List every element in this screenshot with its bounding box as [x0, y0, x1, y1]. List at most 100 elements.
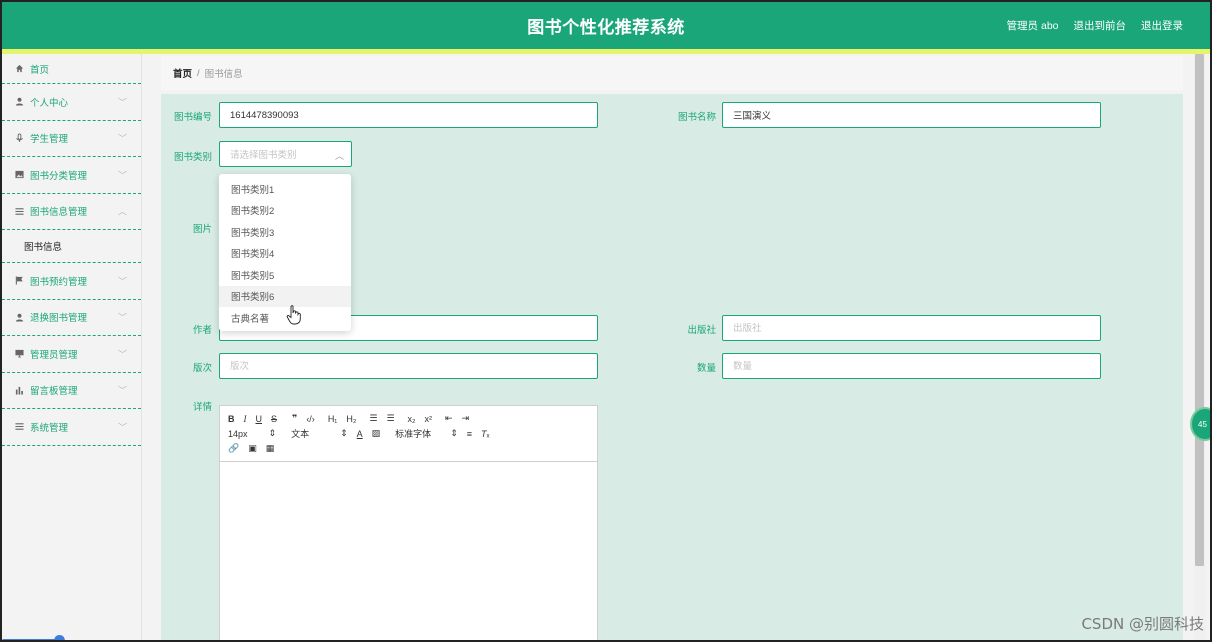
breadcrumb-current: 图书信息 [204, 69, 243, 80]
dropdown-option-hovered[interactable]: 图书类别6 [219, 285, 351, 307]
publisher-field[interactable] [722, 315, 1101, 341]
header-accent-bar [2, 49, 1210, 54]
sidebar-item-profile[interactable]: 个人中心 ﹀ [2, 84, 141, 121]
sidebar-item-label: 学生管理 [30, 134, 69, 146]
clear-format-icon[interactable]: Tₓ [481, 429, 489, 439]
quantity-field[interactable] [722, 353, 1101, 379]
indent-decrease-icon[interactable]: ⇤ [445, 413, 453, 424]
ordered-list-icon[interactable]: ☰ [369, 413, 377, 424]
sidebar-item-label: 留言板管理 [30, 386, 78, 398]
sidebar-item-label: 图书信息管理 [30, 207, 88, 219]
list-icon [14, 422, 24, 432]
font-size-select[interactable]: 14px [228, 429, 248, 439]
sidebar-item-messages[interactable]: 留言板管理 ﹀ [2, 373, 141, 409]
chevron-down-icon: ﹀ [117, 349, 127, 360]
strike-button[interactable]: S [271, 414, 277, 424]
edition-field[interactable] [219, 353, 598, 379]
category-select[interactable]: 请选择图书类别 ︿ [219, 141, 352, 167]
page-scroll-thumb[interactable] [1195, 54, 1204, 566]
sidebar-item-book-info[interactable]: 图书信息管理 ︿ [2, 194, 141, 230]
mic-icon [14, 133, 24, 143]
blockquote-icon[interactable]: ❞ [292, 413, 297, 424]
logout-link[interactable]: 退出登录 [1141, 18, 1183, 33]
font-family-caret-icon[interactable]: ⇕ [450, 428, 458, 439]
watermark: CSDN @别圆科技 [1081, 615, 1204, 633]
sidebar-item-students[interactable]: 学生管理 ﹀ [2, 121, 141, 157]
edition-label: 版次 [192, 363, 212, 374]
page-scrollbar[interactable] [1194, 54, 1206, 640]
book-no-input[interactable] [230, 109, 597, 121]
chevron-down-icon: ﹀ [117, 422, 127, 433]
sidebar-item-label: 退换图书管理 [30, 313, 88, 325]
chevron-up-icon: ︿ [334, 151, 344, 161]
user-alt-icon [14, 312, 24, 322]
chevron-down-icon: ﹀ [117, 385, 127, 396]
chevron-down-icon: ﹀ [117, 170, 127, 181]
edition-input[interactable] [230, 360, 597, 372]
indent-increase-icon[interactable]: ⇥ [462, 413, 470, 424]
bullet-list-icon[interactable]: ☰ [386, 413, 394, 424]
sidebar-item-label: 首页 [30, 64, 50, 76]
sidebar: 首页 个人中心 ﹀ 学生管理 ﹀ 图书分类管理 ﹀ 图书信息管理 ︿ 图书信息 … [2, 54, 142, 640]
font-color-icon[interactable]: A [357, 429, 363, 439]
flag-icon [14, 276, 24, 286]
text-style-caret-icon[interactable]: ⇕ [340, 428, 348, 439]
dropdown-option[interactable]: 图书类别2 [219, 200, 351, 222]
sidebar-item-admins[interactable]: 管理员管理 ﹀ [2, 336, 141, 373]
bold-button[interactable]: B [228, 414, 235, 424]
category-dropdown: 图书类别1 图书类别2 图书类别3 图书类别4 图书类别5 图书类别6 古典名著 [219, 174, 351, 331]
video-insert-icon[interactable]: ▦ [266, 443, 275, 454]
link-icon[interactable]: 🔗 [228, 443, 239, 454]
book-name-field[interactable] [722, 102, 1101, 128]
editor-content-area[interactable] [220, 462, 597, 640]
sidebar-item-label: 图书预约管理 [30, 276, 88, 288]
breadcrumb-home[interactable]: 首页 [173, 66, 192, 80]
dropdown-option[interactable]: 图书类别5 [219, 264, 351, 286]
sidebar-scroll-handle[interactable] [54, 635, 65, 640]
back-to-front-link[interactable]: 退出到前台 [1074, 18, 1127, 33]
publisher-input[interactable] [733, 322, 1100, 334]
sidebar-item-home[interactable]: 首页 [2, 54, 141, 84]
header-actions: 管理员 abo 退出到前台 退出登录 [1007, 2, 1183, 49]
sidebar-subitem-book-info[interactable]: 图书信息 [2, 230, 141, 263]
breadcrumb-separator: / [197, 67, 200, 79]
align-icon[interactable]: ≡ [467, 429, 472, 439]
chevron-up-icon: ︿ [117, 206, 127, 217]
underline-button[interactable]: U [256, 414, 263, 424]
dropdown-option[interactable]: 图书类别4 [219, 243, 351, 265]
background-color-icon[interactable]: ▨ [372, 428, 381, 439]
subscript-button[interactable]: x₂ [408, 414, 416, 424]
sidebar-item-system[interactable]: 系统管理 ﹀ [2, 409, 141, 446]
italic-button[interactable]: I [244, 414, 247, 424]
font-family-select[interactable]: 标准字体 [395, 427, 431, 440]
details-label: 详情 [192, 402, 212, 413]
sidebar-item-book-categories[interactable]: 图书分类管理 ﹀ [2, 157, 141, 194]
list-icon [14, 206, 24, 216]
dropdown-option[interactable]: 古典名著 [219, 307, 351, 329]
heading1-button[interactable]: H₁ [328, 414, 338, 424]
quantity-label: 数量 [696, 363, 716, 374]
sidebar-item-returns[interactable]: 退换图书管理 ﹀ [2, 300, 141, 336]
sidebar-item-label: 个人中心 [30, 97, 69, 109]
current-user: 管理员 abo [1006, 20, 1059, 32]
quantity-input[interactable] [733, 360, 1100, 372]
sidebar-item-label: 图书分类管理 [30, 170, 88, 182]
dropdown-option[interactable]: 图书类别1 [219, 178, 351, 200]
floating-badge-button[interactable]: 45 [1190, 407, 1210, 441]
heading2-button[interactable]: H₂ [346, 414, 356, 424]
dropdown-option[interactable]: 图书类别3 [219, 221, 351, 243]
user-icon [14, 97, 24, 107]
book-no-field[interactable] [219, 102, 598, 128]
code-icon[interactable]: ‹/› [306, 414, 315, 424]
superscript-button[interactable]: x² [425, 414, 433, 424]
font-size-caret-icon[interactable]: ⇕ [269, 428, 277, 439]
text-style-select[interactable]: 文本 [291, 427, 309, 440]
image-insert-icon[interactable]: ▣ [248, 443, 257, 454]
editor-toolbar: B I U S ❞ ‹/› H₁ H₂ ☰ ☰ x₂ x² ⇤ ⇥ 14px ⇕… [220, 406, 597, 462]
image-label: 图片 [192, 224, 212, 235]
book-no-label: 图书编号 [174, 112, 213, 123]
sidebar-item-reservations[interactable]: 图书预约管理 ﹀ [2, 263, 141, 300]
monitor-icon [14, 349, 24, 359]
home-icon [14, 64, 24, 74]
book-name-input[interactable] [733, 109, 1100, 121]
